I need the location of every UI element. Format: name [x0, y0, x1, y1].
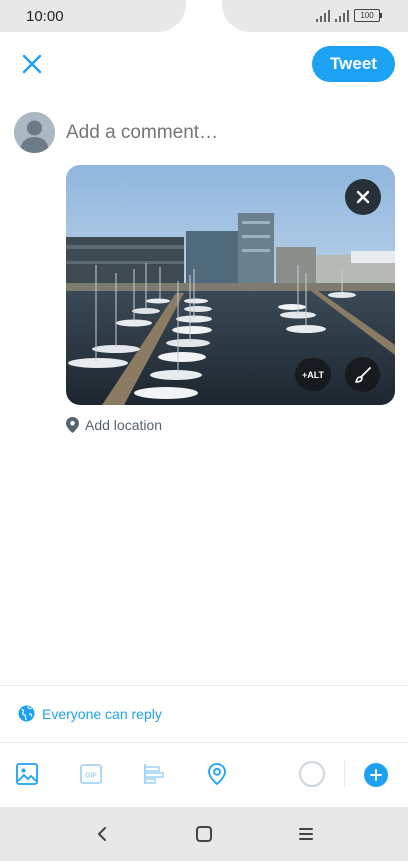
close-icon — [22, 54, 42, 74]
gif-icon: GIF — [80, 764, 102, 784]
add-thread-button[interactable] — [364, 763, 388, 787]
paintbrush-icon — [354, 366, 371, 383]
reply-setting-button[interactable]: Everyone can reply — [18, 705, 162, 722]
plus-icon — [370, 769, 382, 781]
attached-photo[interactable]: +ALT — [66, 165, 395, 405]
divider — [0, 685, 408, 686]
location-pin-icon — [66, 417, 79, 433]
system-nav-bar — [0, 807, 408, 861]
add-location-link[interactable]: Add location — [66, 417, 162, 433]
add-alt-text-button[interactable]: +ALT — [295, 358, 331, 391]
avatar[interactable] — [14, 112, 55, 153]
divider — [344, 760, 345, 788]
add-image-button[interactable] — [13, 760, 41, 788]
tweet-button[interactable]: Tweet — [312, 46, 395, 82]
status-time: 10:00 — [26, 8, 64, 25]
home-icon — [196, 826, 212, 842]
add-poll-button[interactable] — [140, 760, 168, 788]
recents-icon — [299, 828, 313, 840]
battery-icon: 100 — [354, 9, 382, 22]
status-icons: 100 — [316, 9, 382, 22]
divider — [0, 742, 408, 743]
reply-setting-label: Everyone can reply — [42, 705, 162, 722]
status-bar: 10:00 100 — [0, 0, 408, 32]
close-icon — [356, 190, 370, 204]
nav-back-button[interactable] — [89, 821, 115, 847]
close-button[interactable] — [18, 50, 46, 78]
remove-media-button[interactable] — [345, 179, 381, 215]
poll-icon — [144, 764, 164, 784]
comment-input[interactable] — [66, 118, 386, 148]
svg-text:GIF: GIF — [85, 773, 97, 780]
add-location-button[interactable] — [203, 760, 231, 788]
image-icon — [16, 763, 38, 785]
back-icon — [98, 827, 106, 841]
nav-home-button[interactable] — [191, 821, 217, 847]
default-avatar-icon — [14, 112, 55, 153]
add-gif-button[interactable]: GIF — [77, 760, 105, 788]
add-location-label: Add location — [85, 417, 163, 433]
globe-icon — [18, 705, 35, 722]
edit-media-button[interactable] — [345, 357, 380, 392]
location-icon — [208, 763, 226, 786]
character-count-ring — [299, 761, 325, 787]
signal-icon — [335, 9, 349, 22]
nav-recents-button[interactable] — [293, 821, 319, 847]
signal-icon — [316, 9, 330, 22]
